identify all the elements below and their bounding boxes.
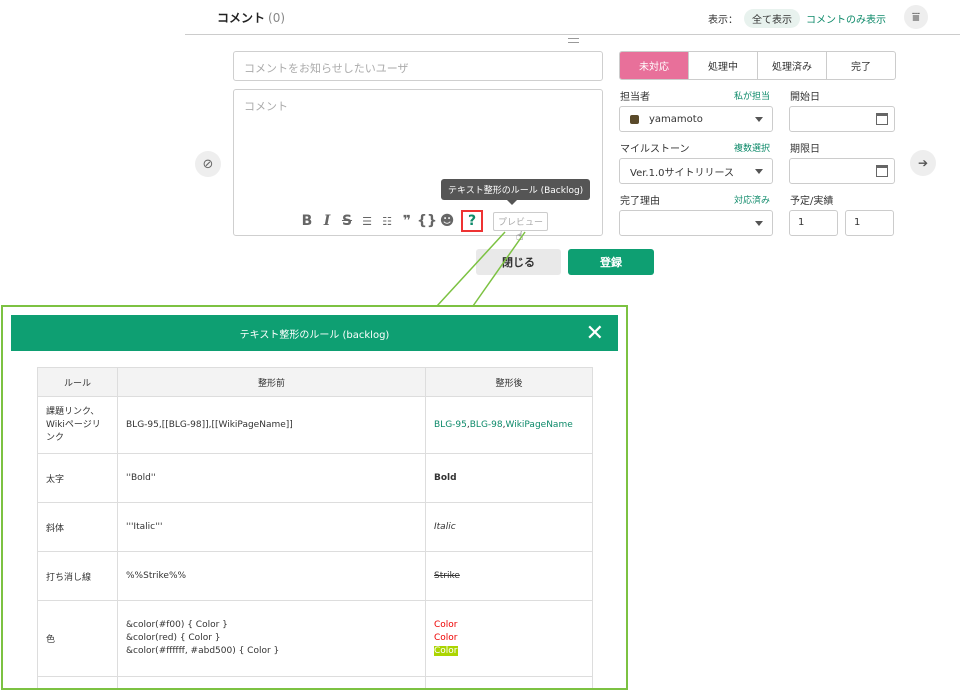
issue-link[interactable]: BLG-95 — [434, 420, 467, 430]
chevron-down-icon — [755, 117, 763, 122]
column-header-before: 整形前 — [117, 367, 426, 397]
emoji-icon[interactable]: ☻ — [437, 213, 457, 229]
before-cell: ''Bold'' — [117, 453, 426, 503]
assignee-value: yamamoto — [649, 113, 703, 125]
status-resolved[interactable]: 処理済み — [757, 52, 826, 79]
resize-grip-icon[interactable] — [568, 38, 579, 43]
milestone-select[interactable]: Ver.1.0サイトリリース — [619, 158, 773, 184]
after-cell: Strike — [425, 551, 593, 601]
filter-label: 表示： — [708, 15, 738, 26]
due-date-label: 期限日 — [790, 144, 820, 155]
estimate-label: 予定/実績 — [790, 196, 834, 207]
resolution-select[interactable] — [619, 210, 773, 236]
start-date-input[interactable] — [789, 106, 895, 132]
comment-filter: 表示： 全て表示 コメントのみ表示 — [708, 9, 886, 28]
due-date-input[interactable] — [789, 158, 895, 184]
collapse-arrow-icon[interactable]: ➔ — [910, 150, 936, 176]
header-divider — [185, 34, 960, 35]
sort-icon[interactable]: ⩸ — [904, 5, 928, 29]
table-header-row: ルール 整形前 整形後 — [37, 367, 593, 397]
wiki-link[interactable]: WikiPageName — [506, 420, 573, 430]
rule-cell: 太字 — [37, 453, 118, 503]
rule-cell: 課題リンク、Wikiページリンク — [37, 396, 118, 454]
rule-cell: 斜体 — [37, 502, 118, 552]
status-selector: 未対応 処理中 処理済み 完了 — [619, 51, 896, 80]
italic-icon[interactable]: I — [317, 213, 337, 229]
code-icon[interactable]: {} — [417, 213, 437, 229]
after-cell: BLG-95,BLG-98,WikiPageName — [425, 396, 593, 454]
after-cell: Italic — [425, 502, 593, 552]
table-row: 打ち消し線 %%Strike%% Strike — [37, 551, 593, 601]
before-line: &color(#ffffff, #abd500) { Color } — [126, 646, 280, 656]
before-line: &color(red) { Color } — [126, 633, 221, 643]
assign-to-me-link[interactable]: 私が担当 — [734, 89, 770, 102]
red-text-sample: Color — [434, 633, 458, 643]
start-date-label: 開始日 — [790, 92, 820, 103]
comments-title: コメント — [217, 11, 266, 25]
numbered-list-icon[interactable]: ☷ — [377, 215, 397, 228]
table-row: 斜体 '''Italic''' Italic — [37, 502, 593, 552]
before-cell: &color(#f00) { Color } &color(red) { Col… — [117, 600, 426, 677]
after-cell: Color Color Color — [425, 600, 593, 677]
help-tooltip: テキスト整形のルール (Backlog) — [441, 179, 591, 205]
table-row — [37, 676, 593, 688]
column-header-rule: ルール — [37, 367, 118, 397]
help-icon[interactable]: ? — [461, 210, 483, 232]
rule-cell: 打ち消し線 — [37, 551, 118, 601]
red-text-sample: Color — [434, 620, 458, 630]
bullet-list-icon[interactable]: ☰ — [357, 215, 377, 228]
comments-count: (0) — [268, 11, 286, 25]
before-line: &color(#f00) { Color } — [126, 620, 228, 630]
before-cell: %%Strike%% — [117, 551, 426, 601]
multi-select-link[interactable]: 複数選択 — [734, 141, 770, 154]
strikethrough-icon[interactable]: S — [337, 213, 357, 229]
estimated-hours-input[interactable]: 1 — [789, 210, 838, 236]
status-in-progress[interactable]: 処理中 — [688, 52, 757, 79]
table-row: 色 &color(#f00) { Color } &color(red) { C… — [37, 600, 593, 677]
hand-cursor-icon: ☝ — [516, 229, 524, 243]
preview-button[interactable]: プレビュー — [493, 211, 549, 231]
table-row: 課題リンク、Wikiページリンク BLG-95,[[BLG-98]],[[Wik… — [37, 396, 593, 454]
panel-header: テキスト整形のルール (backlog) ✕ — [11, 315, 618, 351]
calendar-icon[interactable] — [876, 165, 888, 177]
rules-table: ルール 整形前 整形後 課題リンク、Wikiページリンク BLG-95,[[BL… — [37, 367, 593, 688]
format-toolbar: B I S ☰ ☷ ❞ {} ☻ ? プレビュー — [297, 210, 549, 232]
status-closed[interactable]: 完了 — [826, 52, 895, 79]
table-row: 太字 ''Bold'' Bold — [37, 453, 593, 503]
milestone-value: Ver.1.0サイトリリース — [630, 167, 734, 179]
formatting-rules-panel: テキスト整形のルール (backlog) ✕ ルール 整形前 整形後 課題リンク… — [1, 305, 628, 690]
assignee-label: 担当者 — [620, 92, 650, 103]
bold-icon[interactable]: B — [297, 213, 317, 229]
resolved-link[interactable]: 対応済み — [734, 193, 770, 206]
chevron-down-icon — [755, 221, 763, 226]
attach-file-icon[interactable]: ⊘ — [195, 151, 221, 177]
comments-heading: コメント (0) — [217, 9, 285, 26]
quote-icon[interactable]: ❞ — [397, 213, 417, 229]
before-cell: BLG-95,[[BLG-98]],[[WikiPageName]] — [117, 396, 426, 454]
close-icon[interactable]: ✕ — [586, 321, 604, 346]
save-button[interactable]: 登録 — [568, 249, 654, 275]
panel-title: テキスト整形のルール (backlog) — [239, 329, 390, 341]
calendar-icon[interactable] — [876, 113, 888, 125]
rule-cell: 色 — [37, 600, 118, 677]
highlight-text-sample: Color — [434, 646, 458, 656]
filter-all-button[interactable]: 全て表示 — [744, 9, 800, 28]
filter-comments-link[interactable]: コメントのみ表示 — [806, 11, 886, 26]
after-cell: Bold — [425, 453, 593, 503]
status-open[interactable]: 未対応 — [620, 52, 688, 79]
close-button[interactable]: 閉じる — [476, 249, 561, 275]
assignee-select[interactable]: yamamoto — [619, 106, 773, 132]
chevron-down-icon — [755, 169, 763, 174]
issue-link[interactable]: BLG-98 — [470, 420, 503, 430]
resolution-label: 完了理由 — [620, 196, 660, 207]
milestone-label: マイルストーン — [620, 144, 690, 155]
notify-users-input[interactable]: コメントをお知らせしたいユーザ — [233, 51, 603, 81]
avatar — [630, 114, 639, 124]
column-header-after: 整形後 — [425, 367, 593, 397]
before-cell: '''Italic''' — [117, 502, 426, 552]
actual-hours-input[interactable]: 1 — [845, 210, 894, 236]
